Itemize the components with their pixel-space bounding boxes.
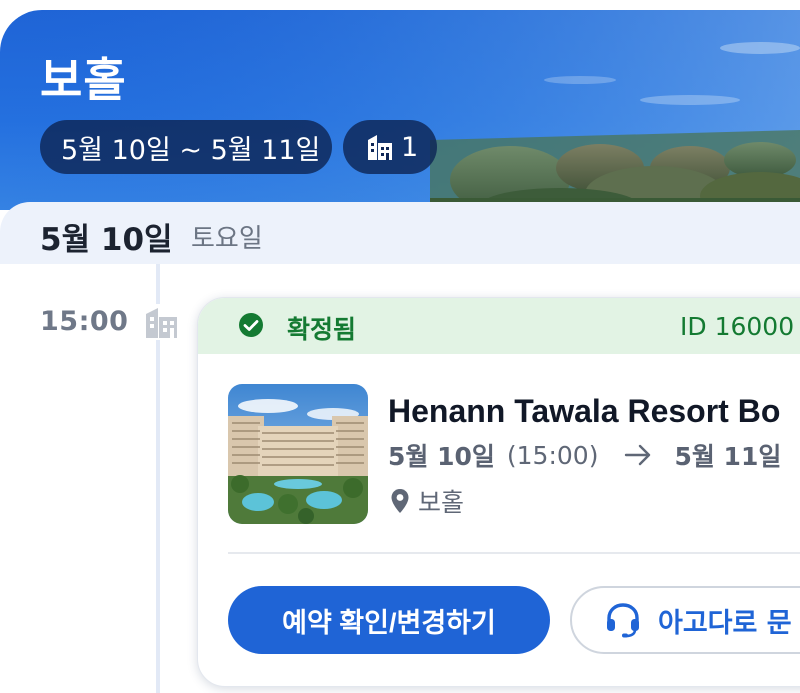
headset-icon xyxy=(607,603,639,638)
checkout-date: 5월 11일 xyxy=(674,442,782,471)
date-range-text: 5월 10일 ~ 5월 11일 xyxy=(61,134,321,166)
building-icon xyxy=(368,135,392,160)
map-pin-icon xyxy=(391,489,409,513)
date-section-header: 5월 10일 토요일 xyxy=(0,202,800,264)
booking-status: 확정됨 xyxy=(287,315,357,344)
contact-agoda-button[interactable]: 아고다로 문 xyxy=(570,586,800,654)
booking-card[interactable]: 확정됨 ID 16000 Henann Tawala Resort Bo 5월 … xyxy=(197,297,800,687)
section-weekday: 토요일 xyxy=(191,224,263,254)
building-icon xyxy=(143,304,181,340)
hotel-location: 보홀 xyxy=(390,483,464,519)
destination-title: 보홀 xyxy=(40,53,127,107)
checkin-time-label: 15:00 xyxy=(40,306,129,337)
stay-dates: 5월 10일 (15:00) 5월 11일 xyxy=(388,437,781,473)
checkin-time: (15:00) xyxy=(506,440,599,470)
date-range-pill[interactable]: 5월 10일 ~ 5월 11일 xyxy=(40,120,332,174)
manage-booking-button[interactable]: 예약 확인/변경하기 xyxy=(228,586,550,654)
card-divider xyxy=(228,552,800,554)
booking-status-bar: 확정됨 ID 16000 xyxy=(198,298,800,354)
contact-agoda-label: 아고다로 문 xyxy=(658,607,792,639)
checkin-date: 5월 10일 xyxy=(388,442,495,471)
hotel-name[interactable]: Henann Tawala Resort Bo xyxy=(388,393,780,430)
check-circle-icon xyxy=(239,313,263,337)
section-date: 5월 10일 xyxy=(40,222,173,258)
destination-header: 보홀 5월 10일 ~ 5월 11일 1 xyxy=(0,10,800,210)
chocolate-hills-photo xyxy=(0,10,800,210)
booking-id: ID 16000 xyxy=(680,312,795,341)
location-text: 보홀 xyxy=(418,488,465,517)
rooms-count: 1 xyxy=(401,131,419,163)
arrow-right-icon xyxy=(624,443,652,467)
hotel-photo xyxy=(228,384,368,524)
rooms-pill[interactable]: 1 xyxy=(343,120,437,174)
